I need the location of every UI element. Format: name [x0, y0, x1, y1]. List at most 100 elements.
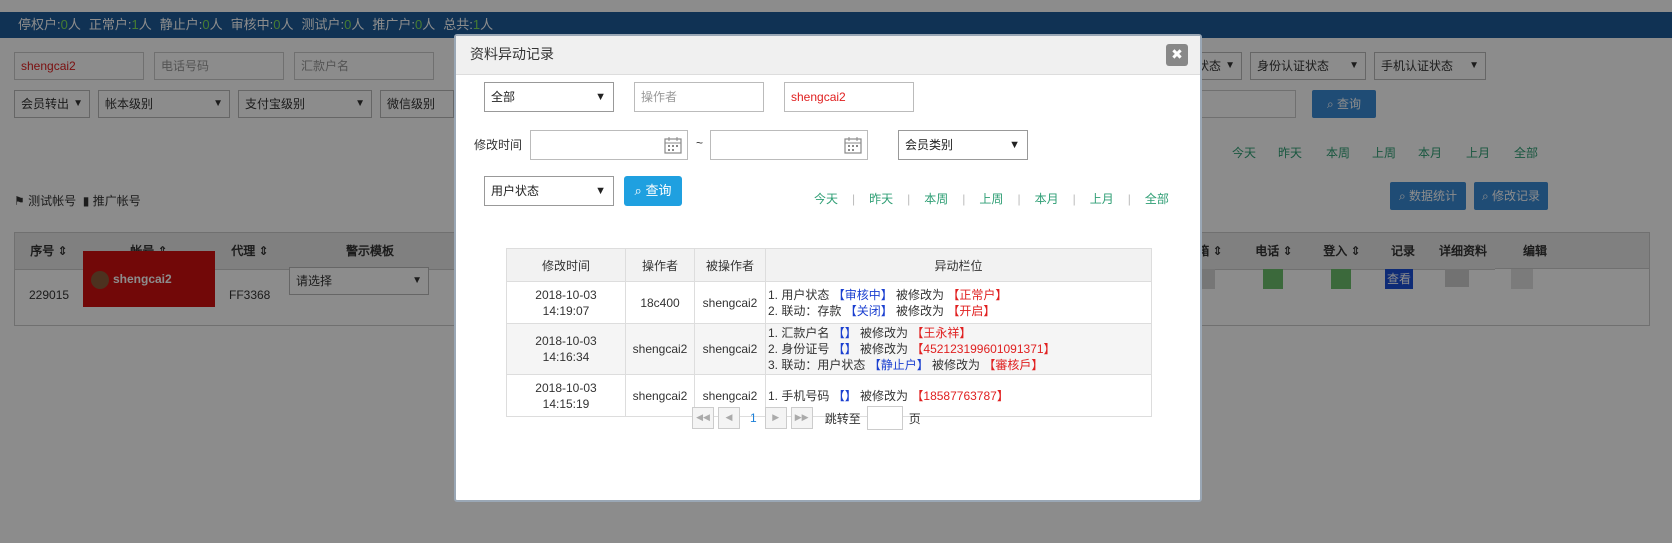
scope-select-label: 全部: [491, 90, 516, 104]
calendar-icon: [664, 137, 682, 154]
dialog-header: 资料异动记录 ✖: [456, 36, 1200, 75]
first-page-button[interactable]: ◀◀: [692, 407, 714, 429]
dialog-quick-range-link[interactable]: 今天: [814, 192, 838, 206]
member-type-select-label: 会员类别: [905, 138, 954, 152]
change-line: 3. 联动：用户状态 【静止户】 被修改为 【審核戶】: [768, 357, 1150, 373]
modify-time-end-input[interactable]: [710, 130, 868, 160]
link-separator: |: [1127, 192, 1131, 206]
change-old-value: 【】: [832, 388, 857, 403]
row-modify-time: 2018-10-03 14:19:07: [506, 281, 626, 324]
change-field: 1. 汇款户名: [768, 326, 830, 340]
change-log-table: 修改时间 操作者 被操作者 异动栏位 2018-10-03 14:19:07 18c…: [506, 248, 1152, 417]
table-row: 2018-10-03 14:19:07 18c400 shengcai2 1. 用户状态…: [506, 281, 1152, 324]
dialog-query-button[interactable]: ⌕ 查询: [624, 176, 682, 206]
change-verb: 被修改为: [860, 342, 909, 356]
date-range-separator: ~: [696, 136, 704, 150]
row-operator: shengcai2: [625, 323, 695, 375]
row-date: 2018-10-03: [535, 287, 597, 302]
change-line: 1. 汇款户名 【】 被修改为 【王永祥】: [768, 325, 1150, 341]
operated-user-input[interactable]: shengcai2: [784, 82, 914, 112]
current-page[interactable]: 1: [750, 411, 757, 425]
chevron-down-icon: ▼: [595, 91, 606, 103]
dialog-quick-range-link[interactable]: 本月: [1035, 192, 1059, 206]
pagination: ◀◀ ◀ 1 ▶ ▶▶ 跳转至 页: [692, 406, 921, 432]
row-time: 14:19:07: [542, 303, 590, 318]
change-verb: 被修改为: [932, 358, 981, 372]
change-field: 2. 身份证号: [768, 342, 830, 356]
link-separator: |: [962, 192, 966, 206]
dialog-quick-range-link[interactable]: 全部: [1145, 192, 1169, 206]
close-button[interactable]: ✖: [1166, 44, 1188, 66]
jump-page-input[interactable]: [866, 406, 903, 430]
dialog-quick-range-link[interactable]: 上月: [1090, 192, 1114, 206]
change-line: 2. 身份证号 【】 被修改为 【452123199601091371】: [768, 341, 1150, 357]
row-time: 14:15:19: [542, 396, 590, 411]
change-new-value: 【正常户】: [947, 287, 1008, 302]
row-date: 2018-10-03: [535, 380, 597, 395]
change-log-header-row: 修改时间 操作者 被操作者 异动栏位: [506, 248, 1152, 282]
dialog-quick-range-link[interactable]: 本周: [924, 192, 948, 206]
change-line: 1. 手机号码 【】 被修改为 【18587763787】: [768, 388, 1150, 404]
row-changes: 1. 汇款户名 【】 被修改为 【王永祥】 2. 身份证号 【】 被修改为 【45…: [765, 323, 1152, 375]
change-verb: 被修改为: [896, 303, 945, 318]
close-icon: ✖: [1171, 46, 1183, 62]
header-target: 被操作者: [694, 248, 766, 282]
page-unit-label: 页: [908, 411, 921, 426]
header-modify-time: 修改时间: [506, 248, 626, 282]
operator-input[interactable]: 操作者: [634, 82, 764, 112]
change-verb: 被修改为: [896, 287, 945, 302]
row-time: 14:16:34: [542, 350, 590, 364]
dialog-title: 资料异动记录: [470, 46, 554, 62]
link-separator: |: [852, 192, 856, 206]
last-page-button[interactable]: ▶▶: [790, 407, 813, 429]
change-new-value: 【开启】: [947, 303, 996, 318]
link-separator: |: [907, 192, 911, 206]
change-field: 3. 联动：用户状态: [768, 358, 866, 372]
member-type-select[interactable]: 会员类别 ▼: [898, 130, 1028, 160]
change-old-value: 【审核中】: [832, 287, 893, 302]
change-new-value: 【王永祥】: [911, 326, 972, 340]
user-status-select-label: 用户状态: [491, 184, 540, 198]
change-verb: 被修改为: [860, 388, 909, 403]
row-date: 2018-10-03: [535, 334, 597, 348]
next-page-button[interactable]: ▶: [764, 407, 787, 429]
modify-time-label: 修改时间: [474, 138, 523, 152]
jump-to-label: 跳转至: [824, 411, 861, 426]
row-operator: 18c400: [625, 281, 695, 324]
change-field: 2. 联动：存款: [768, 303, 842, 318]
dialog-query-label: 查询: [645, 183, 672, 198]
link-separator: |: [1017, 192, 1021, 206]
change-log-dialog: 资料异动记录 ✖ 全部 ▼ 操作者 shengcai2 修改时间 ~ 会员类别 ▼ …: [454, 34, 1202, 502]
prev-page-button[interactable]: ◀: [718, 407, 740, 429]
row-changes: 1. 用户状态 【审核中】 被修改为 【正常户】 2. 联动：存款 【关闭】 被修…: [765, 281, 1152, 324]
row-operator: shengcai2: [625, 374, 695, 417]
change-field: 1. 用户状态: [768, 287, 830, 302]
modify-time-start-input[interactable]: [530, 130, 688, 160]
dialog-quick-range-link[interactable]: 昨天: [869, 192, 893, 206]
dialog-quick-range-link[interactable]: 上周: [979, 192, 1003, 206]
user-status-select[interactable]: 用户状态 ▼: [484, 176, 614, 206]
change-new-value: 【18587763787】: [911, 388, 1009, 403]
search-icon: ⌕: [634, 183, 642, 198]
scope-select[interactable]: 全部 ▼: [484, 82, 614, 112]
change-old-value: 【】: [832, 342, 857, 356]
change-new-value: 【審核戶】: [983, 358, 1044, 372]
row-modify-time: 2018-10-03 14:15:19: [506, 374, 626, 417]
change-old-value: 【静止户】: [868, 358, 929, 372]
change-old-value: 【关闭】: [844, 303, 893, 318]
change-line: 1. 用户状态 【审核中】 被修改为 【正常户】: [768, 287, 1150, 303]
header-changed-fields: 异动栏位: [765, 248, 1152, 282]
row-target: shengcai2: [694, 281, 766, 324]
link-separator: |: [1072, 192, 1076, 206]
calendar-icon: [844, 137, 862, 154]
change-line: 2. 联动：存款 【关闭】 被修改为 【开启】: [768, 303, 1150, 319]
chevron-down-icon: ▼: [1009, 139, 1020, 151]
row-target: shengcai2: [694, 323, 766, 375]
chevron-down-icon: ▼: [595, 185, 606, 197]
header-operator: 操作者: [625, 248, 695, 282]
change-old-value: 【】: [832, 326, 857, 340]
row-modify-time: 2018-10-03 14:16:34: [506, 323, 626, 375]
dialog-quick-range-links: 今天 | 昨天 | 本周 | 上周 | 本月 | 上月 | 全部: [814, 190, 1169, 207]
change-verb: 被修改为: [860, 326, 909, 340]
table-row: 2018-10-03 14:16:34 shengcai2 shengcai2 1. 汇…: [506, 323, 1152, 375]
